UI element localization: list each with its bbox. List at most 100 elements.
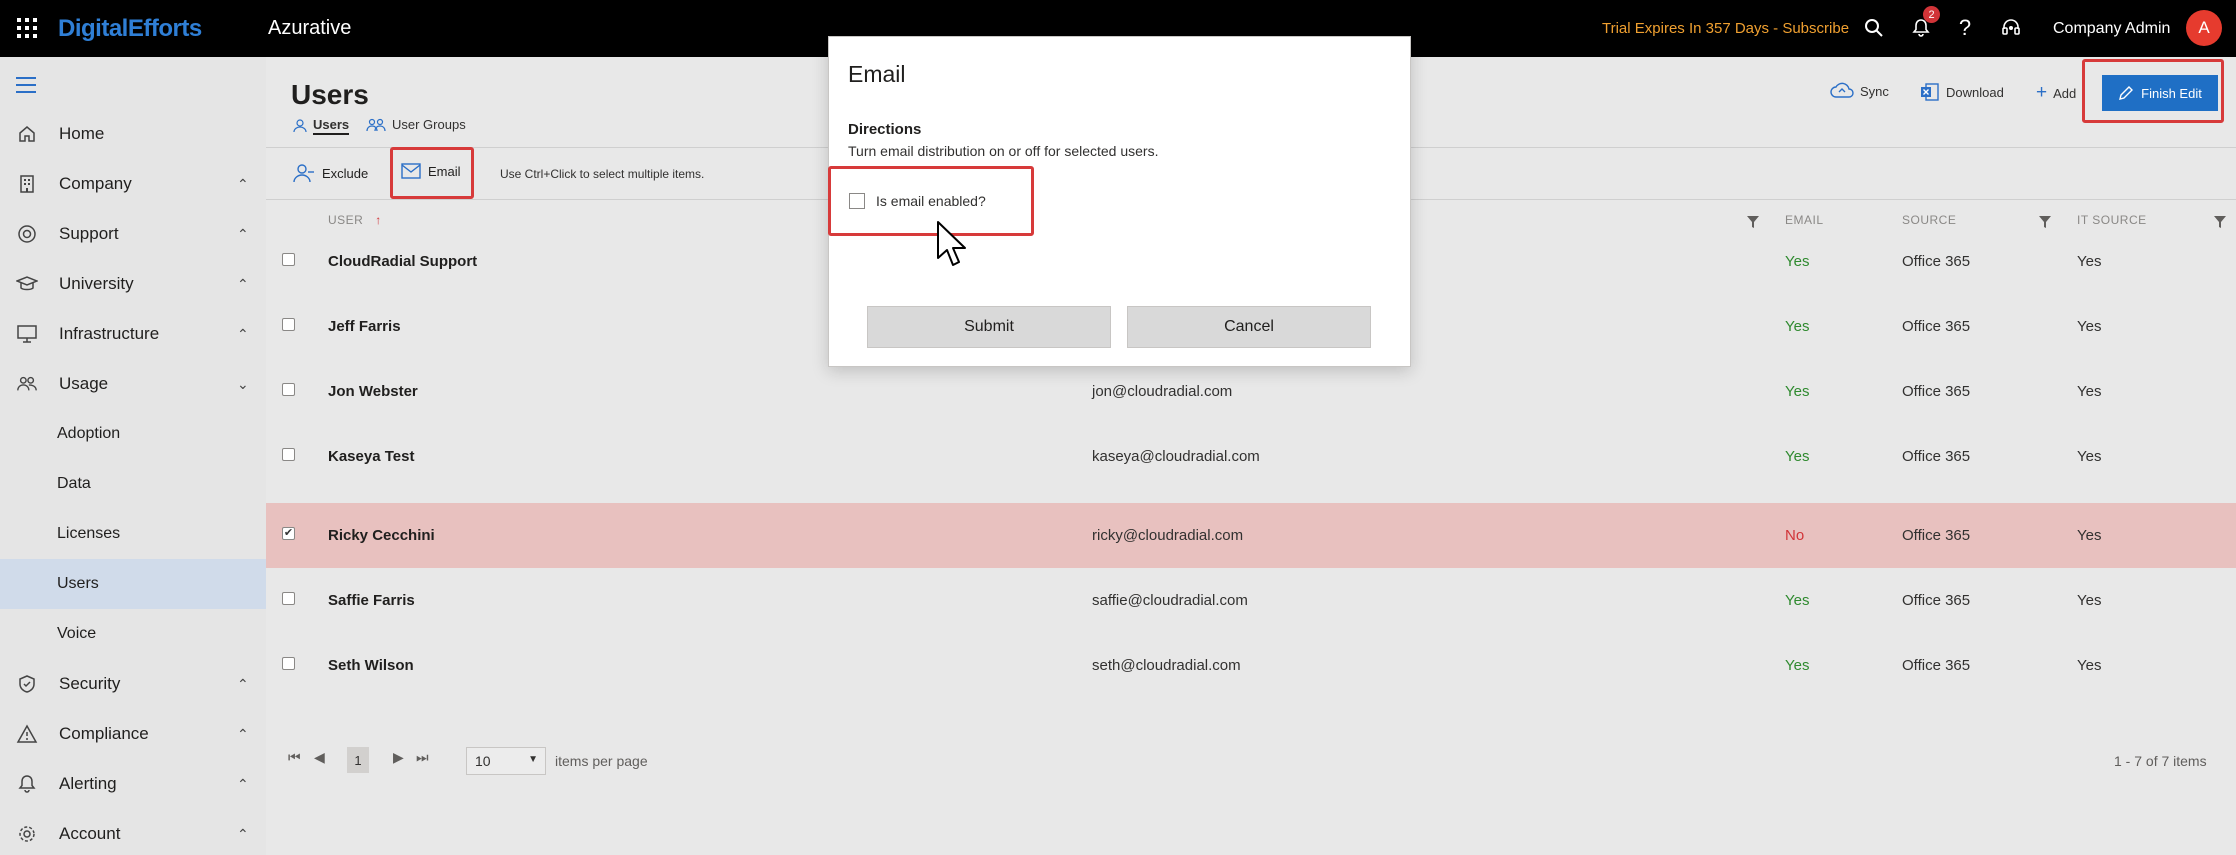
page-size-select[interactable]: 10 ▼ [466,747,546,775]
sidebar-item-security[interactable]: Security ⌃ [0,659,266,709]
tab-users[interactable]: Users [293,117,350,135]
it-source-cell: Yes [2077,592,2102,609]
table-row-selected[interactable]: ✔ Ricky Cecchini ricky@cloudradial.com N… [266,503,2236,568]
filter-icon[interactable] [1746,215,1760,229]
first-page-icon[interactable]: ⏮ [288,749,301,766]
cancel-button[interactable]: Cancel [1127,306,1371,348]
sidebar-item-account[interactable]: Account ⌃ [0,809,266,855]
download-button[interactable]: Download [1920,82,2004,102]
email-enabled-cell: Yes [1785,318,1810,335]
item-count: 1 - 7 of 7 items [2114,753,2207,769]
column-label: USER [328,213,364,227]
sidebar-item-label: Security [59,674,121,693]
brand-logo[interactable]: DigitalEfforts [58,15,202,43]
tab-user-groups[interactable]: User Groups [366,117,466,132]
sidebar-item-university[interactable]: University ⌃ [0,259,266,309]
chevron-up-icon[interactable]: ⌃ [237,276,249,293]
it-source-cell: Yes [2077,318,2102,335]
sidebar-item-support[interactable]: Support ⌃ [0,209,266,259]
sidebar-item-label: Company [59,174,132,193]
column-header-source[interactable]: SOURCE [1902,213,1956,227]
sync-button[interactable]: Sync [1830,82,1889,100]
table-row[interactable]: Kaseya Test kaseya@cloudradial.com Yes O… [266,424,2236,489]
filter-icon[interactable] [2213,215,2227,229]
current-page[interactable]: 1 [347,747,369,773]
table-row[interactable]: Seth Wilson seth@cloudradial.com Yes Off… [266,633,2236,698]
help-icon[interactable]: ? [1949,12,1981,44]
email-enabled-cell: Yes [1785,448,1810,465]
sidebar-subitem-label: Users [57,575,99,592]
row-checkbox[interactable] [282,318,295,331]
row-checkbox[interactable] [282,592,295,605]
page-title: Users [291,79,369,110]
user-name[interactable]: Company Admin [2053,20,2170,38]
column-header-it-source[interactable]: IT SOURCE [2077,213,2147,227]
row-checkbox[interactable] [282,657,295,670]
add-label: Add [2053,85,2077,101]
add-button[interactable]: + Add [2036,82,2076,104]
exclude-button[interactable]: Exclude [293,163,368,183]
column-header-email[interactable]: EMAIL [1785,213,1824,227]
sidebar-item-label: Account [59,824,121,843]
notification-count-badge: 2 [1923,6,1940,23]
dialog-section-heading: Directions [848,121,922,138]
chevron-up-icon[interactable]: ⌃ [237,176,249,193]
next-page-icon[interactable]: ▶ [393,749,404,766]
lifebuoy-icon [16,223,38,245]
prev-page-icon[interactable]: ◀ [314,749,325,766]
sidebar-subitem-licenses[interactable]: Licenses [0,509,266,559]
chevron-up-icon[interactable]: ⌃ [237,776,249,793]
support-headset-icon[interactable] [1995,12,2027,44]
submit-button[interactable]: Submit [867,306,1111,348]
sidebar-subitem-label: Adoption [57,425,121,442]
sidebar-item-infrastructure[interactable]: Infrastructure ⌃ [0,309,266,359]
notifications-icon[interactable]: 2 [1905,6,1940,44]
menu-toggle-icon[interactable] [16,77,36,98]
page-size-value: 10 [475,753,491,769]
sidebar-item-company[interactable]: Company ⌃ [0,159,266,209]
user-name-cell: Jeff Farris [328,318,401,335]
sidebar-item-alerting[interactable]: Alerting ⌃ [0,759,266,809]
chevron-up-icon[interactable]: ⌃ [237,226,249,243]
email-cell: seth@cloudradial.com [1092,657,1241,674]
table-row[interactable]: Jon Webster jon@cloudradial.com Yes Offi… [266,359,2236,424]
sidebar-item-label: Alerting [59,774,117,793]
chevron-up-icon[interactable]: ⌃ [237,826,249,843]
app-launcher-icon[interactable] [17,18,37,38]
chevron-up-icon[interactable]: ⌃ [237,326,249,343]
filter-icon[interactable] [2038,215,2052,229]
chevron-up-icon[interactable]: ⌃ [237,676,249,693]
source-cell: Office 365 [1902,383,1971,400]
row-checkbox-checked[interactable]: ✔ [282,527,295,540]
chevron-up-icon[interactable]: ⌃ [237,726,249,743]
sidebar-subitem-users[interactable]: Users [0,559,266,609]
dialog-description: Turn email distribution on or off for se… [848,143,1159,159]
avatar[interactable]: A [2186,10,2222,46]
column-header-user[interactable]: USER ↑ [328,213,382,227]
user-name-cell: Seth Wilson [328,657,414,674]
row-checkbox[interactable] [282,383,295,396]
source-cell: Office 365 [1902,253,1971,270]
sidebar-item-home[interactable]: Home [0,109,266,159]
row-checkbox[interactable] [282,448,295,461]
sidebar-subitem-adoption[interactable]: Adoption [0,409,266,459]
sidebar-item-label: University [59,274,134,293]
sidebar-subitem-voice[interactable]: Voice [0,609,266,659]
row-checkbox[interactable] [282,253,295,266]
last-page-icon[interactable]: ⏭ [416,749,429,766]
sidebar-subitem-label: Voice [57,625,97,642]
sidebar-subitem-label: Licenses [57,525,121,542]
table-row[interactable]: Saffie Farris saffie@cloudradial.com Yes… [266,568,2236,633]
trial-notice-link[interactable]: Trial Expires In 357 Days - Subscribe [1602,20,1849,37]
highlight-email-button [390,147,474,199]
chevron-down-icon[interactable]: ⌄ [237,376,249,393]
sidebar-item-compliance[interactable]: Compliance ⌃ [0,709,266,759]
user-name-cell: Jon Webster [328,383,418,400]
email-cell: saffie@cloudradial.com [1092,592,1248,609]
people-icon [16,373,38,395]
search-icon[interactable] [1858,12,1890,44]
sidebar-item-label: Home [59,124,105,143]
sidebar-item-label: Compliance [59,724,149,743]
sidebar-subitem-data[interactable]: Data [0,459,266,509]
sidebar-item-usage[interactable]: Usage ⌄ [0,359,266,409]
